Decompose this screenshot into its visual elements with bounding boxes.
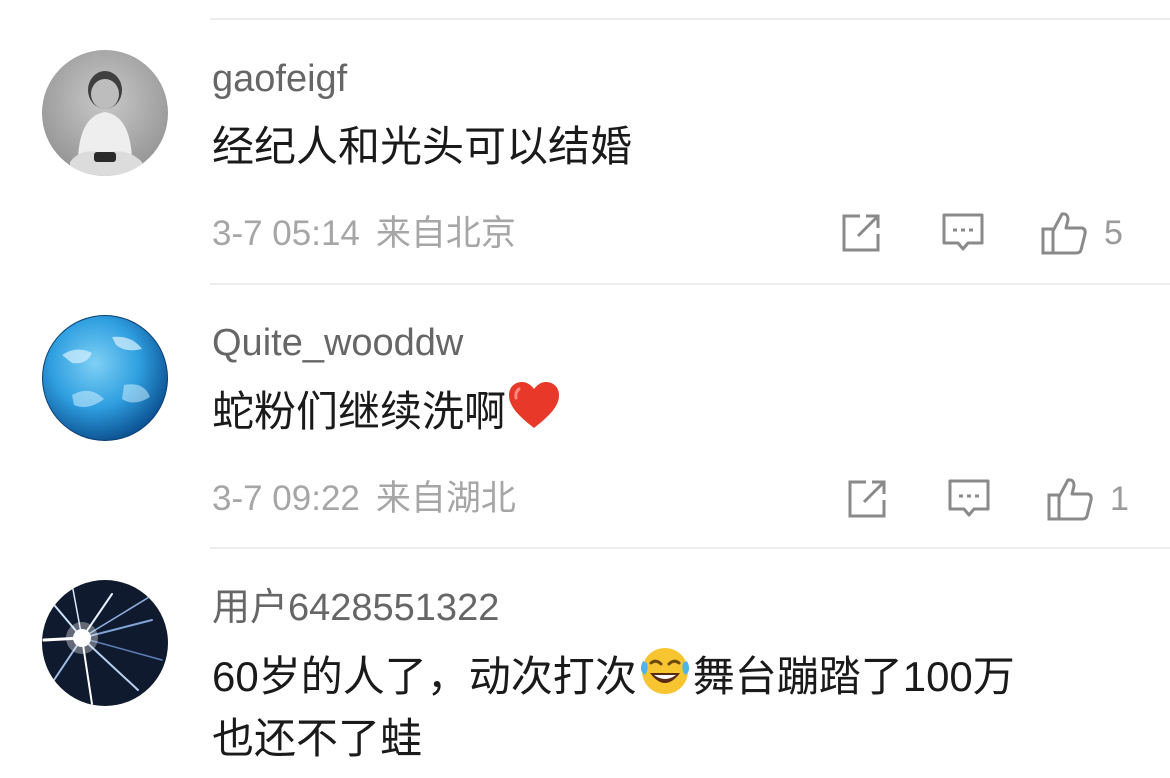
comment-meta: 3-7 09:22 来自湖北 — [212, 478, 516, 520]
comment-text: 经纪人和光头可以结婚 — [212, 123, 633, 170]
light-burst-avatar-icon — [42, 580, 168, 706]
avatar[interactable] — [42, 315, 168, 441]
blue-planet-avatar-icon — [42, 315, 168, 441]
comment-list: gaofeigf 经纪人和光头可以结婚 3-7 05:14 来自北京 5 Qui… — [0, 0, 1170, 778]
reply-button[interactable] — [947, 478, 991, 520]
username[interactable]: 用户6428551322 — [212, 585, 499, 631]
comment-text: 蛇粉们继续洗啊 — [212, 380, 1132, 443]
timestamp: 3-7 05:14 — [212, 214, 360, 253]
like-count: 5 — [1104, 214, 1123, 252]
comment-text: 60岁的人了，动次打次 舞台蹦踏了100万也还不了蛙 — [212, 645, 1132, 770]
location: 来自湖北 — [375, 479, 516, 518]
username[interactable]: gaofeigf — [212, 56, 347, 102]
thumbs-up-icon — [1047, 478, 1093, 521]
comment-text-part: 舞台蹦踏了100万 — [692, 653, 1015, 700]
repost-button[interactable] — [840, 212, 882, 254]
avatar[interactable] — [42, 580, 168, 706]
like-button[interactable]: 5 — [1040, 210, 1123, 256]
repost-button[interactable] — [846, 478, 888, 520]
comment-text-part: 蛇粉们继续洗啊 — [212, 388, 507, 435]
comment-bubble-icon — [948, 479, 990, 517]
laughing-crying-face-icon — [640, 648, 689, 694]
location: 来自北京 — [375, 214, 516, 253]
divider — [210, 283, 1170, 285]
timestamp: 3-7 09:22 — [212, 479, 360, 518]
baby-photo-avatar-icon — [42, 50, 168, 176]
comment-text-part: 60岁的人了，动次打次 — [212, 653, 637, 700]
like-count: 1 — [1110, 480, 1129, 518]
comment-bubble-icon — [942, 213, 984, 251]
like-button[interactable]: 1 — [1046, 476, 1129, 522]
share-square-icon — [848, 480, 886, 518]
red-heart-icon — [509, 382, 560, 428]
divider — [210, 18, 1170, 20]
share-square-icon — [842, 214, 880, 252]
avatar[interactable] — [42, 50, 168, 176]
thumbs-up-icon — [1041, 212, 1087, 255]
reply-button[interactable] — [941, 212, 985, 254]
username[interactable]: Quite_wooddw — [212, 320, 463, 366]
divider — [210, 547, 1170, 549]
comment-text-part: 也还不了蛙 — [212, 715, 423, 762]
comment-meta: 3-7 05:14 来自北京 — [212, 213, 516, 255]
